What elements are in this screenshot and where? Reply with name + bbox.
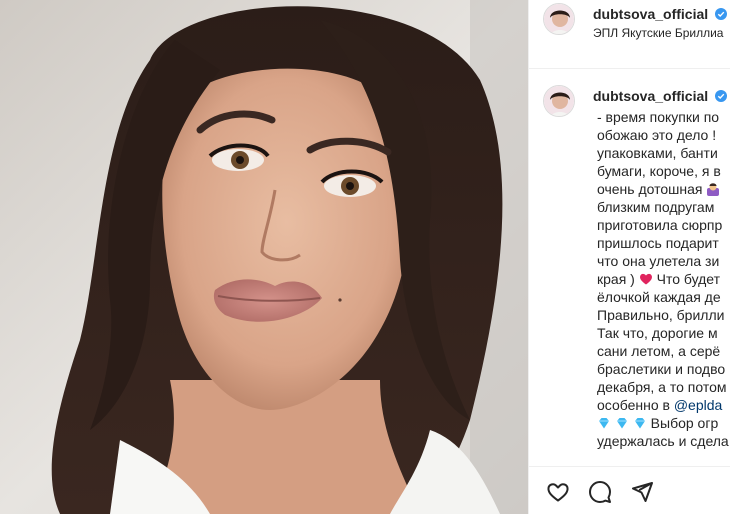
caption-line: приготовила сюрпр	[597, 217, 723, 233]
caption-line: что она улетела зи	[597, 253, 720, 269]
caption-line: удержалась и сдела	[597, 433, 729, 449]
caption-line: браслетики и подво	[597, 361, 726, 377]
caption-line: особенно в @eplda	[597, 396, 730, 414]
caption-line: - время покупки по	[597, 109, 720, 125]
paper-plane-icon	[632, 482, 653, 502]
heart-icon	[547, 483, 569, 502]
caption-line: очень дотошная	[597, 180, 730, 198]
diamond-emoji-icon	[599, 418, 609, 429]
location-link[interactable]: ЭПЛ Якутские Бриллиа	[593, 26, 723, 40]
diamond-emoji-icon	[634, 418, 645, 429]
caption-line: декабря, а то потом	[597, 379, 727, 395]
username-text[interactable]: dubtsova_official	[593, 88, 708, 104]
caption-username[interactable]: dubtsova_official	[593, 88, 728, 104]
caption-line: пришлось подарит	[597, 235, 719, 251]
caption-line: бумаги, короче, я в	[597, 163, 721, 179]
caption-line: упаковками, банти	[597, 145, 718, 161]
verified-badge-icon	[715, 90, 728, 102]
header-username[interactable]: dubtsova_official	[593, 6, 728, 22]
caption-line-text: особенно в	[597, 397, 670, 413]
caption-line: сани летом, а серё	[597, 343, 721, 359]
username-text[interactable]: dubtsova_official	[593, 6, 708, 22]
post-photo[interactable]	[0, 0, 528, 514]
verified-badge-icon	[715, 8, 728, 20]
caption-line-text: Что будет	[656, 271, 721, 287]
share-button[interactable]	[629, 479, 655, 505]
portrait-image	[0, 0, 528, 514]
post-header: dubtsova_official ЭПЛ Якутские Бриллиа	[529, 0, 730, 69]
avatar[interactable]	[543, 85, 575, 117]
caption-line: Так что, дорогие м	[597, 325, 718, 341]
action-bar	[529, 466, 730, 514]
mention-link[interactable]: @eplda	[674, 397, 722, 413]
like-button[interactable]	[545, 479, 571, 505]
caption-line: края ) Что будет	[597, 270, 730, 288]
caption-line-text: Выбор огр	[650, 415, 719, 431]
diamond-emoji-icon	[616, 418, 627, 429]
avatar-image	[544, 86, 574, 116]
red-heart-emoji-icon	[639, 273, 652, 285]
caption-line-text: очень дотошная	[597, 181, 703, 197]
comment-icon	[589, 481, 611, 503]
comment-button[interactable]	[587, 479, 613, 505]
caption-line: Правильно, брилли	[597, 307, 725, 323]
caption-line: Выбор огр	[597, 414, 730, 432]
avatar[interactable]	[543, 3, 575, 35]
caption-block: dubtsova_official - время покупки по обо…	[529, 70, 730, 460]
avatar-image	[544, 4, 574, 34]
caption-line-text: края )	[597, 271, 635, 287]
caption-line: обожаю это дело !	[597, 127, 717, 143]
post-side-panel: dubtsova_official ЭПЛ Якутские Бриллиа d…	[528, 0, 730, 514]
caption-text: - время покупки по обожаю это дело ! упа…	[597, 108, 730, 450]
caption-line: близким подругам	[597, 199, 715, 215]
woman-shrugging-emoji-icon	[707, 183, 720, 196]
caption-line: ёлочкой каждая де	[597, 289, 721, 305]
